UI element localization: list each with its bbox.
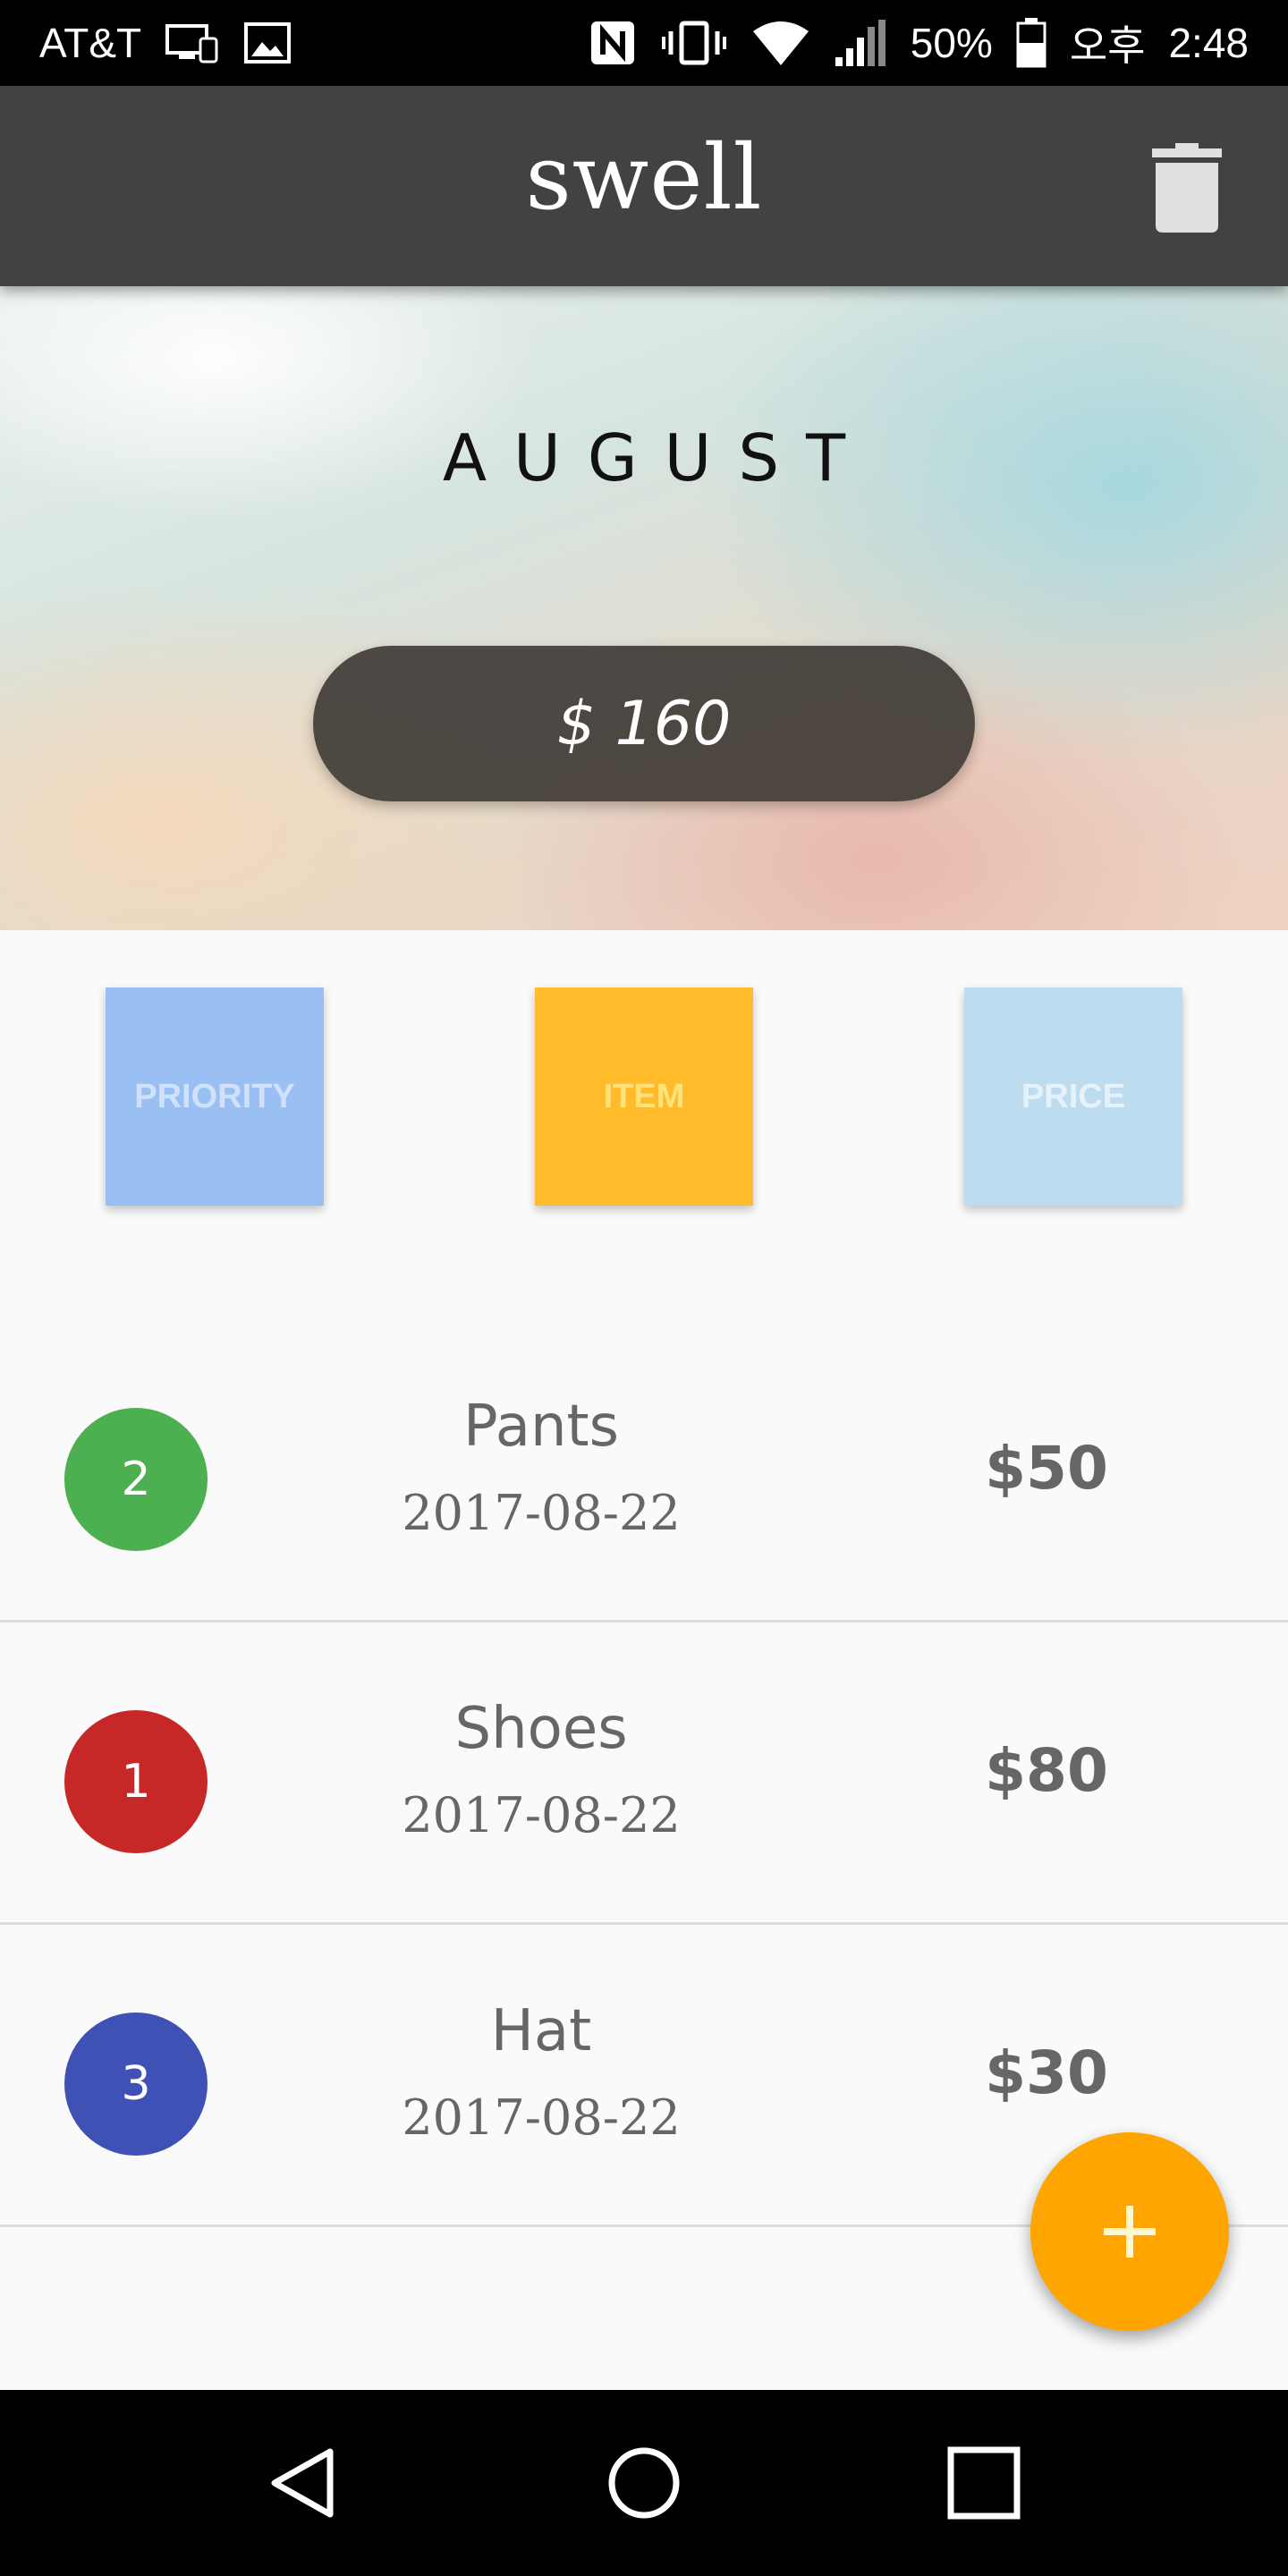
item-price: $30	[985, 2038, 1108, 2107]
priority-number: 3	[121, 2057, 151, 2111]
priority-number: 1	[121, 1755, 151, 1809]
status-bar: AT&T 50% 오후 2:48	[0, 0, 1288, 86]
navigation-bar	[0, 2390, 1288, 2576]
home-icon[interactable]	[599, 2438, 689, 2528]
item-name: Pants	[463, 1394, 619, 1460]
signal-icon	[834, 18, 887, 68]
sort-by-item-button[interactable]: ITEM	[535, 987, 753, 1206]
wifi-icon	[751, 19, 810, 67]
total-amount: $ 160	[556, 688, 732, 759]
priority-number: 2	[121, 1453, 151, 1506]
gallery-icon	[243, 21, 292, 64]
sort-price-label: PRICE	[1021, 1077, 1126, 1115]
item-date: 2017-08-22	[402, 1787, 681, 1843]
priority-badge: 3	[64, 2012, 208, 2156]
clock: 2:48	[1168, 20, 1249, 66]
vibrate-icon	[660, 21, 728, 65]
list-item[interactable]: 1 Shoes 2017-08-22 $80	[0, 1624, 1288, 1925]
item-date: 2017-08-22	[402, 1485, 681, 1541]
battery-percent: 50%	[910, 20, 993, 66]
month-summary-header: AUGUST $ 160	[0, 286, 1288, 930]
total-spent-badge: $ 160	[313, 646, 975, 801]
sort-priority-label: PRIORITY	[134, 1077, 295, 1115]
item-name: Shoes	[454, 1696, 628, 1762]
item-date: 2017-08-22	[402, 2089, 681, 2146]
app-bar: swell	[0, 86, 1288, 286]
back-icon[interactable]	[259, 2438, 349, 2528]
trash-icon[interactable]	[1147, 143, 1227, 233]
sort-item-label: ITEM	[603, 1077, 685, 1115]
item-name: Hat	[490, 1998, 592, 2064]
nfc-icon	[589, 19, 637, 67]
recents-icon[interactable]	[939, 2438, 1029, 2528]
month-title: AUGUST	[442, 420, 873, 496]
priority-badge: 2	[64, 1408, 208, 1551]
battery-icon	[1016, 18, 1046, 68]
time-period: 오후	[1069, 22, 1146, 69]
add-item-button[interactable]	[1030, 2132, 1229, 2331]
sort-by-priority-button[interactable]: PRIORITY	[106, 987, 324, 1206]
priority-badge: 1	[64, 1710, 208, 1853]
list-item[interactable]: 2 Pants 2017-08-22 $50	[0, 1322, 1288, 1623]
plus-icon	[1104, 2206, 1156, 2258]
item-price: $80	[985, 1736, 1108, 1805]
item-price: $50	[985, 1434, 1108, 1503]
carrier-label: AT&T	[39, 20, 142, 66]
screen-cast-icon	[165, 22, 220, 64]
sort-by-price-button[interactable]: PRICE	[964, 987, 1182, 1206]
app-title: swell	[525, 125, 763, 230]
